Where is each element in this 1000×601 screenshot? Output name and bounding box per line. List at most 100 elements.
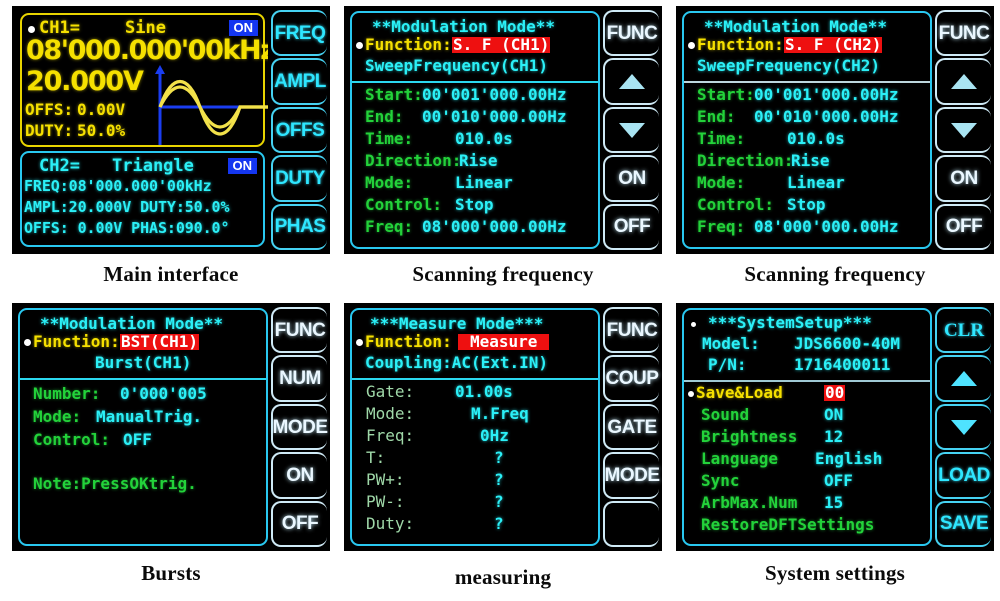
function-value[interactable]: Measure (458, 334, 550, 350)
arrow-down-icon (951, 419, 977, 435)
row-value[interactable]: 00'001'000.00Hz (754, 87, 899, 103)
ch2-state-badge[interactable]: ON (227, 158, 257, 174)
button-blank[interactable] (603, 500, 659, 548)
button-off[interactable]: OFF (603, 203, 659, 251)
button-duty[interactable]: DUTY (271, 155, 327, 202)
ch1-duty-label: DUTY: (25, 121, 74, 140)
row-value-save-load[interactable]: 00 (824, 385, 846, 401)
lcd-device-burst: **Modulation Mode** Function: BST(CH1) B… (12, 303, 330, 551)
row-value-brightness[interactable]: 12 (824, 429, 843, 445)
function-selection-dot (688, 42, 695, 49)
arrow-down-icon (619, 122, 645, 138)
row-value-language[interactable]: English (815, 451, 882, 467)
button-mode[interactable]: MODE (603, 452, 660, 499)
row-label: Freq: (366, 426, 415, 445)
ch1-duty-value[interactable]: 50.0% (77, 123, 125, 139)
row-value[interactable]: 00'001'000.00Hz (422, 87, 567, 103)
row-value[interactable]: Stop (455, 197, 494, 213)
button-clr[interactable]: CLR (935, 307, 991, 354)
button-func[interactable]: FUNC (603, 10, 659, 57)
button-gate[interactable]: GATE (603, 403, 659, 451)
function-selection-dot (24, 339, 31, 346)
function-value[interactable]: BST(CH1) (120, 334, 200, 350)
ch1-state-badge[interactable]: ON (228, 20, 258, 36)
ch1-panel[interactable]: CH1= Sine ON 08'000.000'00kHz 20.000V OF… (20, 13, 268, 147)
row-selection-dot (688, 391, 694, 397)
row-value-arb-max-num[interactable]: 15 (824, 495, 843, 511)
ch2-offs-phas-line[interactable]: OFFS: 0.00V PHAS:090.0° (24, 221, 230, 236)
pn-label: P/N: (708, 355, 747, 374)
row-label-save-load[interactable]: Save&Load (696, 385, 783, 401)
button-mode[interactable]: MODE (271, 403, 328, 451)
button-down[interactable] (603, 106, 659, 154)
button-phas[interactable]: PHAS (271, 203, 327, 251)
row-label-language[interactable]: Language (701, 451, 778, 467)
row-value[interactable]: 00'010'000.00Hz (422, 109, 567, 125)
ch1-offs-value[interactable]: 0.00V (77, 102, 125, 118)
row-value[interactable]: 0Hz (480, 428, 509, 444)
row-value[interactable]: ? (494, 472, 504, 488)
section-divider (20, 378, 266, 380)
row-value[interactable]: 010.0s (787, 131, 845, 147)
button-column-sweep-ch2: FUNC ON OFF (935, 10, 991, 251)
row-value[interactable]: M.Freq (471, 406, 529, 422)
row-value-sync[interactable]: OFF (824, 473, 853, 489)
button-on[interactable]: ON (603, 155, 659, 202)
button-off[interactable]: OFF (935, 203, 991, 251)
row-value[interactable]: ManualTrig. (96, 409, 202, 425)
panel-measure-mode: ***Measure Mode*** Function: Measure Cou… (344, 303, 662, 593)
row-value[interactable]: 00'010'000.00Hz (754, 109, 899, 125)
caption-burst: Bursts (141, 561, 201, 585)
button-offs[interactable]: OFFS (271, 106, 327, 154)
button-func[interactable]: FUNC (271, 307, 327, 354)
row-label-sync[interactable]: Sync (701, 473, 740, 489)
button-duty-label: DUTY (275, 167, 325, 189)
function-value[interactable]: S. F (CH2) (784, 37, 883, 53)
ch2-waveform[interactable]: Triangle (112, 158, 194, 175)
button-func[interactable]: FUNC (935, 10, 991, 57)
row-value[interactable]: 01.00s (455, 384, 513, 400)
button-down[interactable] (935, 106, 991, 154)
ch2-panel[interactable]: CH2= Triangle ON FREQ:08'000.000'00kHz A… (20, 151, 265, 247)
row-value[interactable]: Linear (787, 175, 845, 191)
function-value[interactable]: S. F (CH1) (452, 37, 551, 53)
row-value[interactable]: ? (494, 450, 504, 466)
button-save[interactable]: SAVE (935, 500, 991, 548)
row-value[interactable]: Stop (787, 197, 826, 213)
title-dot (691, 322, 696, 327)
button-on[interactable]: ON (271, 452, 327, 499)
row-value[interactable]: ? (494, 516, 504, 532)
button-up[interactable] (603, 58, 659, 105)
button-freq[interactable]: FREQ (271, 10, 327, 57)
row-value[interactable]: Rise (791, 153, 830, 169)
row-value[interactable]: Rise (459, 153, 498, 169)
button-down[interactable] (935, 403, 991, 451)
arrow-down-icon (951, 122, 977, 138)
button-on-label: ON (950, 167, 978, 189)
row-value-sound[interactable]: ON (824, 407, 843, 423)
button-off[interactable]: OFF (271, 500, 327, 548)
button-coup[interactable]: COUP (603, 355, 659, 402)
ch2-freq-line[interactable]: FREQ:08'000.000'00kHz (24, 179, 212, 194)
ch1-frequency[interactable]: 08'000.000'00kHz (26, 37, 268, 64)
row-value[interactable]: 08'000'000.00Hz (754, 219, 899, 235)
button-ampl[interactable]: AMPL (271, 58, 327, 105)
button-num[interactable]: NUM (271, 355, 327, 402)
button-on[interactable]: ON (935, 155, 991, 202)
row-value[interactable]: 0'000'005 (120, 386, 207, 402)
button-up[interactable] (935, 355, 991, 402)
button-up[interactable] (935, 58, 991, 105)
row-value[interactable]: 010.0s (455, 131, 513, 147)
row-label-brightness[interactable]: Brightness (701, 429, 797, 445)
ch1-amplitude[interactable]: 20.000V (26, 68, 144, 95)
row-value[interactable]: ? (494, 494, 504, 510)
row-value[interactable]: 08'000'000.00Hz (422, 219, 567, 235)
row-value[interactable]: OFF (123, 432, 152, 448)
button-func[interactable]: FUNC (603, 307, 659, 354)
button-load[interactable]: LOAD (935, 452, 991, 499)
ch2-ampl-duty-line[interactable]: AMPL:20.000V DUTY:50.0% (24, 200, 230, 215)
row-label-sound[interactable]: Sound (701, 407, 749, 423)
row-label-restore-defaults[interactable]: RestoreDFTSettings (701, 517, 874, 533)
row-value[interactable]: Linear (455, 175, 513, 191)
row-label-arb-max-num[interactable]: ArbMax.Num (701, 495, 797, 511)
